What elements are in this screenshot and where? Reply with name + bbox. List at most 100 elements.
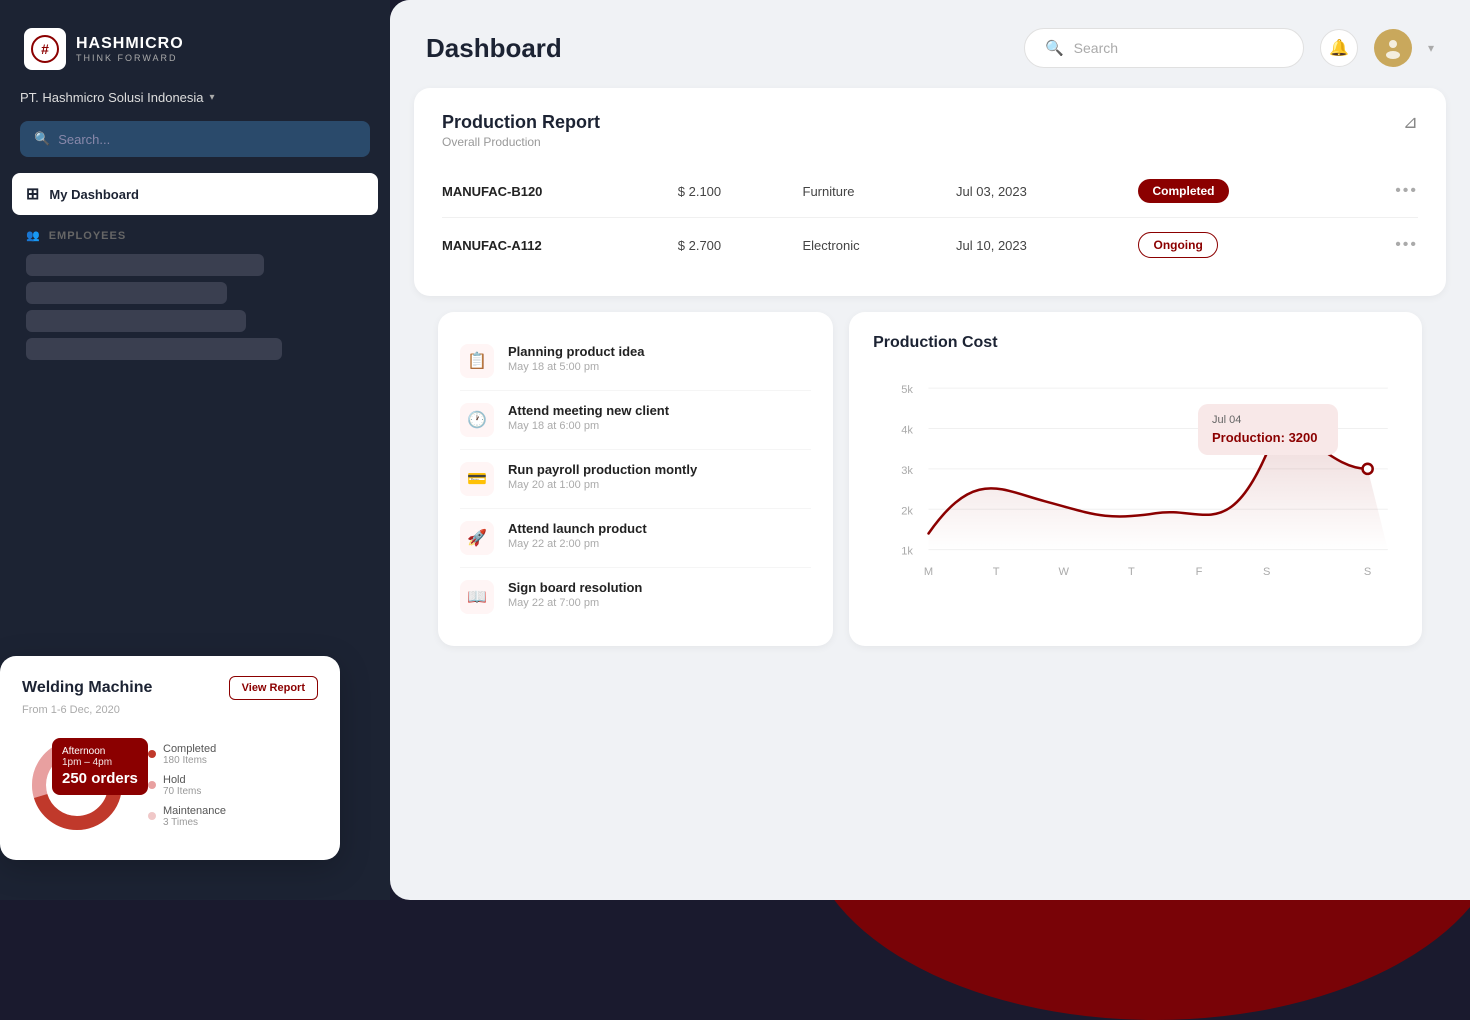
skeleton-bar-1	[26, 254, 264, 276]
x-label-m: M	[924, 566, 933, 578]
activity-title: Run payroll production montly	[508, 462, 811, 477]
activity-date: May 20 at 1:00 pm	[508, 479, 811, 491]
list-item: 📋 Planning product idea May 18 at 5:00 p…	[460, 332, 811, 391]
bottom-row: 📋 Planning product idea May 18 at 5:00 p…	[414, 312, 1446, 646]
x-label-f: F	[1196, 566, 1203, 578]
y-label-5k: 5k	[901, 384, 913, 396]
activity-date: May 22 at 7:00 pm	[508, 597, 811, 609]
sidebar-item-dashboard[interactable]: ⊞ My Dashboard	[12, 173, 378, 215]
legend-value: 70 Items	[163, 786, 201, 797]
skeleton-bar-3	[26, 310, 246, 332]
dashboard-header: Dashboard 🔍 🔔 ▾	[390, 0, 1470, 88]
company-name: PT. Hashmicro Solusi Indonesia	[20, 90, 204, 105]
sidebar-search-input[interactable]	[58, 132, 356, 147]
activity-icon: 📖	[460, 580, 494, 614]
chart-area: 5k 4k 3k 2k 1k	[873, 364, 1398, 604]
search-input[interactable]	[1074, 40, 1283, 56]
production-report-card: Production Report Overall Production ⊿ M…	[414, 88, 1446, 296]
more-options[interactable]: •••	[1353, 165, 1418, 218]
sidebar-section-employees: 👥 EMPLOYEES	[12, 217, 378, 248]
activity-text: Attend meeting new client May 18 at 6:00…	[508, 403, 811, 432]
row-id: MANUFAC-A112	[442, 218, 670, 273]
donut-chart: Afternoon 1pm – 4pm 250 orders	[22, 730, 132, 840]
x-label-s2: S	[1364, 566, 1371, 578]
row-category: Furniture	[795, 165, 949, 218]
logo-icon: #	[24, 28, 66, 70]
production-cost-card: Production Cost 5k 4k 3k 2k 1k	[849, 312, 1422, 646]
row-amount: $ 2.700	[670, 218, 795, 273]
welding-legend: Completed 180 Items Hold 70 Items Mainte…	[148, 743, 226, 828]
legend-dot	[148, 812, 156, 820]
logo-text: HASHMICRO THINK FORWARD	[76, 35, 184, 63]
activity-icon: 🕐	[460, 403, 494, 437]
x-label-s1: S	[1263, 566, 1270, 578]
legend-value: 3 Times	[163, 817, 226, 828]
legend-item: Hold 70 Items	[148, 774, 226, 797]
logo-tagline: THINK FORWARD	[76, 53, 184, 63]
section-label: EMPLOYEES	[49, 230, 126, 242]
activity-date: May 18 at 5:00 pm	[508, 361, 811, 373]
activity-text: Attend launch product May 22 at 2:00 pm	[508, 521, 811, 550]
x-label-t1: T	[993, 566, 1000, 578]
company-selector[interactable]: PT. Hashmicro Solusi Indonesia ▾	[0, 90, 390, 121]
y-label-4k: 4k	[901, 425, 913, 437]
legend-dot	[148, 781, 156, 789]
activity-text: Sign board resolution May 22 at 7:00 pm	[508, 580, 811, 609]
row-date: Jul 03, 2023	[948, 165, 1130, 218]
row-status: Completed	[1130, 165, 1353, 218]
row-id: MANUFAC-B120	[442, 165, 670, 218]
legend-item: Maintenance 3 Times	[148, 805, 226, 828]
dashboard-icon: ⊞	[26, 184, 39, 204]
welding-machine-card: Welding Machine View Report From 1-6 Dec…	[0, 656, 340, 860]
notification-button[interactable]: 🔔	[1320, 29, 1358, 67]
activity-text: Planning product idea May 18 at 5:00 pm	[508, 344, 811, 373]
sidebar-search-bar[interactable]: 🔍	[20, 121, 370, 157]
chart-active-dot	[1363, 464, 1373, 474]
filter-icon[interactable]: ⊿	[1403, 112, 1418, 133]
skeleton-bar-2	[26, 282, 227, 304]
x-label-w: W	[1059, 566, 1070, 578]
employees-icon: 👥	[26, 229, 41, 242]
y-label-2k: 2k	[901, 505, 913, 517]
legend-label: Maintenance	[163, 805, 226, 817]
activity-date: May 22 at 2:00 pm	[508, 538, 811, 550]
main-content: Dashboard 🔍 🔔 ▾ Production Re	[390, 0, 1470, 900]
tooltip-date: Jul 04	[1212, 414, 1324, 426]
row-amount: $ 2.100	[670, 165, 795, 218]
welding-header: Welding Machine View Report	[22, 676, 318, 700]
row-category: Electronic	[795, 218, 949, 273]
card-subtitle: Overall Production	[442, 135, 600, 149]
sidebar-nav: ⊞ My Dashboard 👥 EMPLOYEES	[0, 173, 390, 366]
card-title: Production Report	[442, 112, 600, 133]
more-options[interactable]: •••	[1353, 218, 1418, 273]
production-table: MANUFAC-B120 $ 2.100 Furniture Jul 03, 2…	[442, 165, 1418, 272]
welding-date: From 1-6 Dec, 2020	[22, 704, 318, 716]
activity-text: Run payroll production montly May 20 at …	[508, 462, 811, 491]
cards-area: Production Report Overall Production ⊿ M…	[390, 88, 1470, 662]
activity-title: Attend meeting new client	[508, 403, 811, 418]
row-status: Ongoing	[1130, 218, 1353, 273]
y-label-1k: 1k	[901, 546, 913, 558]
list-item: 📖 Sign board resolution May 22 at 7:00 p…	[460, 568, 811, 626]
activity-icon: 📋	[460, 344, 494, 378]
activities-card: 📋 Planning product idea May 18 at 5:00 p…	[438, 312, 833, 646]
activity-icon: 🚀	[460, 521, 494, 555]
legend-label: Hold	[163, 774, 201, 786]
card-header: Production Report Overall Production ⊿	[442, 112, 1418, 149]
legend-item: Completed 180 Items	[148, 743, 226, 766]
welding-body: Afternoon 1pm – 4pm 250 orders Completed…	[22, 730, 318, 840]
row-date: Jul 10, 2023	[948, 218, 1130, 273]
table-row: MANUFAC-B120 $ 2.100 Furniture Jul 03, 2…	[442, 165, 1418, 218]
chart-tooltip: Jul 04 Production: 3200	[1198, 404, 1338, 455]
svg-text:#: #	[41, 41, 49, 57]
page-title: Dashboard	[426, 33, 562, 64]
avatar[interactable]	[1374, 29, 1412, 67]
table-row: MANUFAC-A112 $ 2.700 Electronic Jul 10, …	[442, 218, 1418, 273]
view-report-button[interactable]: View Report	[229, 676, 318, 700]
activity-title: Planning product idea	[508, 344, 811, 359]
legend-label: Completed	[163, 743, 216, 755]
header-search-bar[interactable]: 🔍	[1024, 28, 1304, 68]
legend-value: 180 Items	[163, 755, 216, 766]
x-label-t2: T	[1128, 566, 1135, 578]
skeleton-bar-4	[26, 338, 282, 360]
